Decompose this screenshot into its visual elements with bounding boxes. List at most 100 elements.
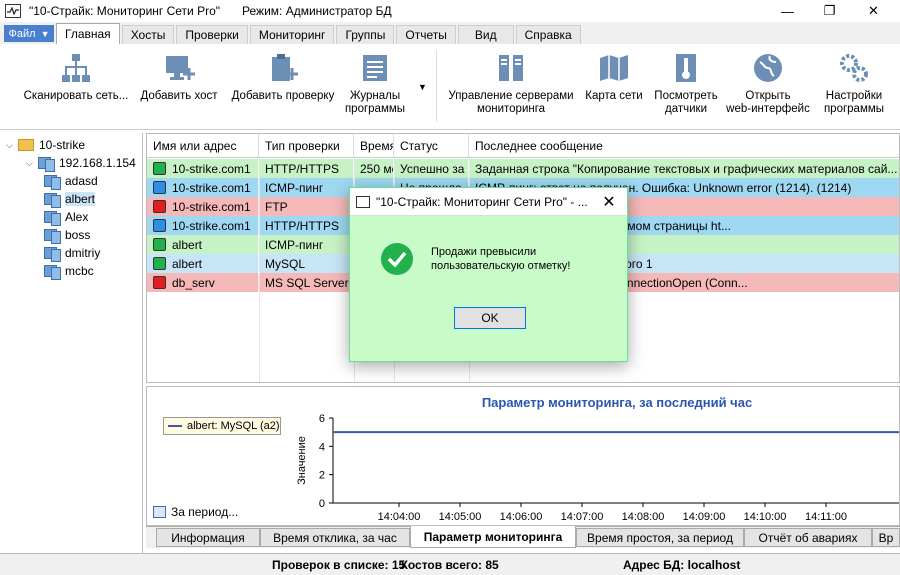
period-button[interactable]: За период... — [153, 505, 238, 519]
host-icon — [44, 228, 61, 244]
x-tick-label: 14:08:00 — [622, 511, 665, 523]
scan-network-button[interactable]: Сканировать сеть... — [22, 52, 130, 103]
program-settings-label-1: Настройки — [825, 90, 883, 102]
title-bar: "10-Страйк: Мониторинг Сети Pro" Режим: … — [0, 0, 900, 22]
tab-groups[interactable]: Группы — [336, 25, 395, 44]
tree-host-label: boss — [65, 228, 91, 242]
open-web-label-2: web-интерфейс — [726, 103, 810, 115]
status-db: Адрес БД: localhost — [623, 558, 741, 572]
status-icon — [153, 219, 166, 232]
manage-servers-button[interactable]: Управление серверами мониторинга — [444, 52, 578, 116]
bottom-tab-bar: Информация Время отклика, за час Парамет… — [146, 526, 900, 548]
table-cell-type: HTTP/HTTPS — [259, 216, 354, 235]
chart-plot: 0 2 4 6 14:04:00 14:05:00 14:06:00 14:07:00 14:0… — [296, 413, 899, 523]
alert-dialog: "10-Страйк: Мониторинг Сети Pro" - ... ✕… — [349, 187, 628, 362]
chart-panel: Параметр мониторинга, за последний час a… — [146, 386, 900, 526]
ok-button[interactable]: OK — [454, 307, 526, 329]
chevron-down-icon[interactable]: ▼ — [418, 82, 427, 92]
view-sensors-label-1: Посмотреть — [654, 90, 718, 102]
tree-host[interactable]: boss — [44, 226, 90, 244]
tab-response-time[interactable]: Время отклика, за час — [260, 528, 410, 547]
program-settings-button[interactable]: Настройки программы — [818, 52, 890, 116]
mode-label: Режим: Администратор БД — [242, 4, 392, 18]
dialog-title: "10-Страйк: Мониторинг Сети Pro" - ... — [376, 194, 588, 209]
tree-host[interactable]: adasd — [44, 172, 98, 190]
file-menu-button[interactable]: Файл ▼ — [4, 25, 54, 42]
tab-view[interactable]: Вид — [457, 25, 514, 44]
column-header-type[interactable]: Тип проверки — [259, 134, 354, 158]
chevron-down-icon: ▼ — [40, 28, 50, 39]
tab-reports[interactable]: Отчеты — [396, 25, 456, 44]
status-icon — [153, 162, 166, 175]
tree-host[interactable]: albert — [44, 190, 96, 208]
tab-hosts[interactable]: Хосты — [121, 25, 175, 44]
y-axis-label: Значение — [296, 436, 308, 485]
dialog-close-icon[interactable]: ✕ — [597, 190, 621, 214]
chevron-down-icon[interactable]: ⌵ — [6, 140, 18, 151]
tree-host[interactable]: dmitriy — [44, 244, 100, 262]
tab-more[interactable]: Вр — [872, 528, 900, 547]
cell-text: FTP — [265, 199, 288, 214]
maximize-button[interactable]: ❐ — [807, 0, 852, 22]
open-web-label-1: Открыть — [745, 90, 791, 102]
log-document-icon — [363, 55, 387, 81]
table-cell-type: MySQL — [259, 254, 354, 273]
add-host-button[interactable]: Добавить хост — [138, 52, 220, 103]
tab-downtime[interactable]: Время простоя, за период — [576, 528, 744, 547]
map-icon — [600, 55, 628, 81]
table-cell-message: Заданная строка "Копирование текстовых и… — [469, 159, 899, 178]
column-header-time[interactable]: Время — [354, 134, 394, 158]
ribbon-toolbar: Сканировать сеть... Добавить хост Добави… — [0, 44, 900, 130]
cell-text: albert — [172, 237, 203, 252]
tree-subnet[interactable]: ⌵ 192.168.1.154 — [26, 154, 136, 172]
tab-info[interactable]: Информация — [156, 528, 260, 547]
app-icon — [356, 195, 370, 208]
x-tick-label: 14:04:00 — [378, 511, 421, 523]
close-button[interactable]: ✕ — [851, 0, 896, 22]
scan-network-label: Сканировать сеть... — [23, 90, 129, 102]
tree-host-label: albert — [65, 192, 96, 206]
tree-host[interactable]: mcbc — [44, 262, 94, 280]
host-icon — [44, 264, 61, 280]
y-tick-label: 2 — [319, 470, 325, 482]
tab-help[interactable]: Справка — [515, 25, 581, 44]
table-header: Имя или адрес Тип проверки Время Статус … — [147, 134, 899, 158]
column-header-message[interactable]: Последнее сообщение — [469, 134, 899, 158]
column-header-name[interactable]: Имя или адрес — [147, 134, 259, 158]
table-cell-status: Успешно за — [394, 159, 469, 178]
chevron-down-icon[interactable]: ⌵ — [26, 158, 38, 169]
view-sensors-button[interactable]: Посмотреть датчики — [650, 52, 722, 116]
x-tick-label: 14:11:00 — [805, 511, 847, 523]
host-icon — [44, 210, 61, 226]
tree-host-label: Alex — [65, 210, 89, 224]
tab-monitoring-parameter[interactable]: Параметр мониторинга — [410, 526, 576, 548]
minimize-button[interactable]: — — [765, 0, 810, 22]
table-cell-name: albert — [147, 235, 259, 254]
tab-main[interactable]: Главная — [56, 23, 120, 44]
add-check-button[interactable]: Добавить проверку — [228, 52, 338, 103]
column-header-status[interactable]: Статус — [394, 134, 469, 158]
tree-root[interactable]: ⌵ 10-strike — [6, 136, 85, 154]
file-menu-label: Файл — [8, 27, 36, 40]
tab-monitoring[interactable]: Мониторинг — [249, 25, 335, 44]
tree-host[interactable]: Alex — [44, 208, 88, 226]
dialog-title-bar: "10-Страйк: Мониторинг Сети Pro" - ... — [350, 188, 627, 216]
y-tick-label: 4 — [319, 441, 325, 453]
table-cell-name: 10-strike.com1 — [147, 178, 259, 197]
table-cell-type: MS SQL Server — [259, 273, 354, 292]
cell-text: 10-strike.com1 — [172, 180, 251, 195]
x-tick-label: 14:09:00 — [683, 511, 726, 523]
gear-icon — [840, 54, 868, 82]
view-sensors-label-2: датчики — [665, 103, 707, 115]
table-cell-type: ICMP-пинг — [259, 178, 354, 197]
tab-failure-report[interactable]: Отчёт об авариях — [744, 528, 872, 547]
logs-button[interactable]: Журналы программы — [340, 52, 410, 116]
open-web-interface-button[interactable]: Открыть web-интерфейс — [722, 52, 814, 116]
cell-text: HTTP/HTTPS — [265, 161, 339, 176]
status-icon — [153, 238, 166, 251]
clipboard-add-icon — [272, 54, 298, 81]
tab-checks[interactable]: Проверки — [176, 25, 248, 44]
program-settings-label-2: программы — [823, 103, 885, 115]
host-group-icon — [38, 156, 55, 172]
network-map-button[interactable]: Карта сети — [582, 52, 646, 103]
